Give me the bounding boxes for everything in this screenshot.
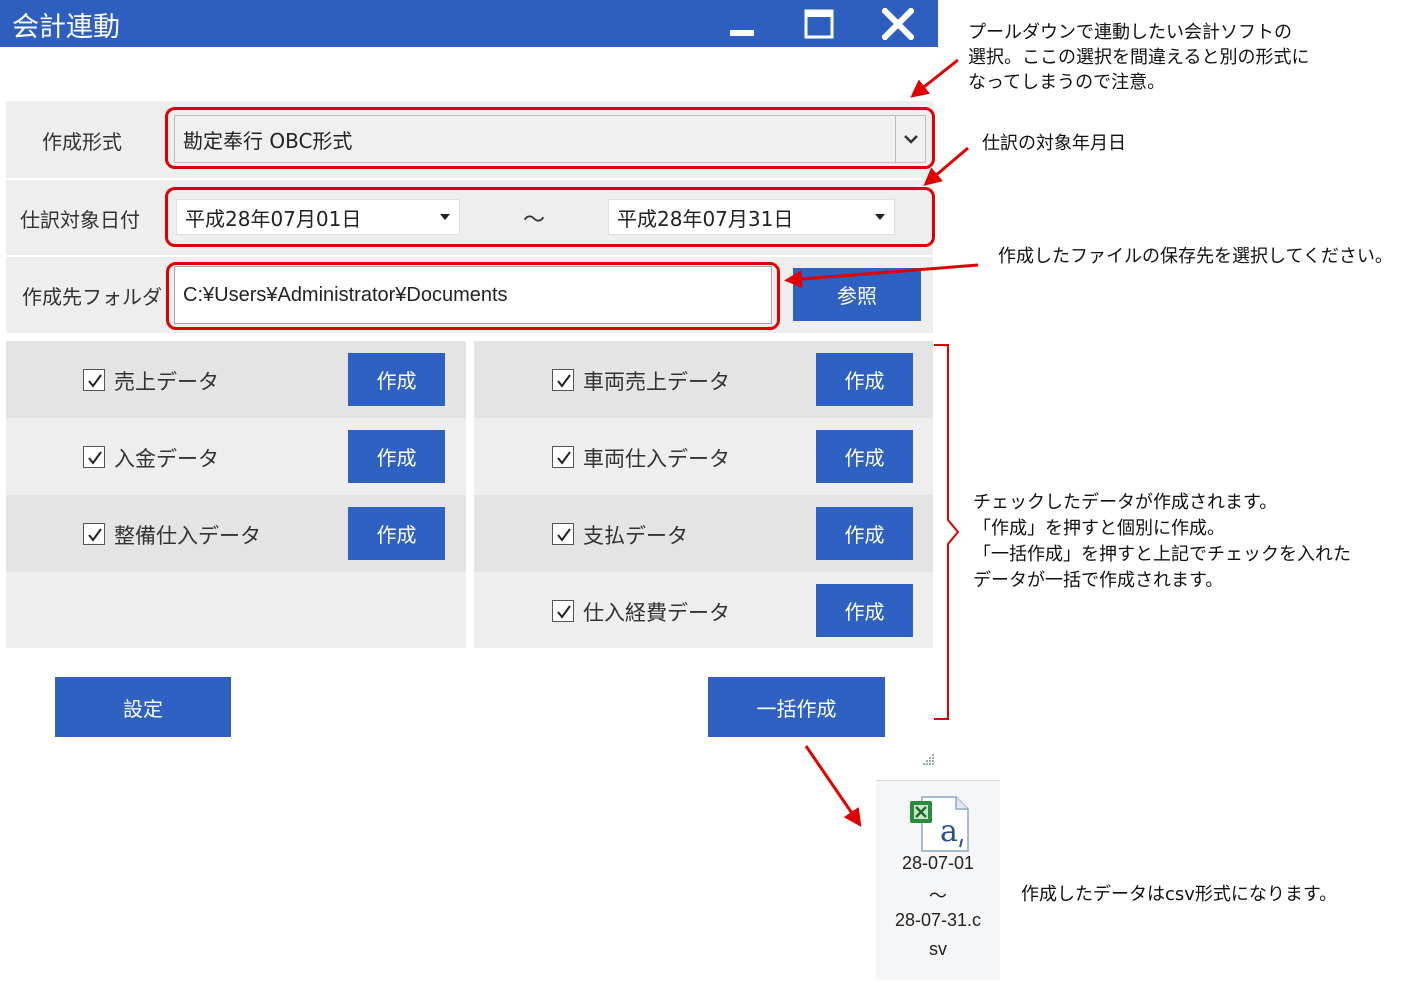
- browse-button[interactable]: 参照: [793, 268, 921, 321]
- file-name-line: 28-07-31.c: [894, 910, 982, 930]
- excel-csv-file-icon[interactable]: a: [908, 795, 972, 853]
- date-to-picker[interactable]: 平成28年07月31日: [608, 199, 895, 235]
- create-button[interactable]: 作成: [816, 353, 913, 406]
- right-data-panel: 車両売上データ 作成 車両仕入データ 作成 支払データ 作成 仕入経費データ 作…: [474, 341, 933, 648]
- checkbox-shiharai[interactable]: [552, 523, 574, 545]
- date-from-value: 平成28年07月01日: [185, 206, 362, 231]
- create-button[interactable]: 作成: [348, 353, 445, 406]
- create-button[interactable]: 作成: [816, 507, 913, 560]
- batch-create-button[interactable]: 一括作成: [708, 677, 885, 737]
- list-item: 支払データ 作成: [474, 495, 933, 572]
- item-label: 売上データ: [114, 370, 219, 394]
- folder-label: 作成先フォルダ: [22, 285, 162, 309]
- format-select-value: 勘定奉行 OBC形式: [183, 128, 353, 153]
- note-line: 選択。ここの選択を間違えると別の形式に: [968, 47, 1310, 68]
- item-label: 支払データ: [583, 524, 688, 548]
- note-line: 「一括作成」を押すと上記でチェックを入れた: [973, 544, 1351, 565]
- list-item: 売上データ 作成: [6, 341, 466, 418]
- window-title: 会計連動: [12, 12, 120, 43]
- list-item: 車両売上データ 作成: [474, 341, 933, 418]
- bracket-data-section: [934, 344, 960, 720]
- resize-grip-icon: [923, 754, 934, 765]
- close-icon[interactable]: [880, 6, 916, 42]
- list-item: 整備仕入データ 作成: [6, 495, 466, 572]
- arrow-to-dates: [923, 146, 969, 186]
- note-line: 「作成」を押すと個別に作成。: [973, 518, 1225, 539]
- checkbox-sharyo-shiire[interactable]: [552, 446, 574, 468]
- create-button[interactable]: 作成: [816, 430, 913, 483]
- item-label: 車両仕入データ: [583, 447, 730, 471]
- date-to-value: 平成28年07月31日: [617, 206, 794, 231]
- item-label: 整備仕入データ: [114, 524, 261, 548]
- note-date: 仕訳の対象年月日: [982, 133, 1126, 154]
- list-item: 入金データ 作成: [6, 418, 466, 495]
- note-line: データが一括で作成されます。: [973, 570, 1224, 591]
- item-label: 車両売上データ: [583, 370, 730, 394]
- note-csv: 作成したデータはcsv形式になります。: [1021, 884, 1338, 905]
- date-from-picker[interactable]: 平成28年07月01日: [176, 199, 460, 235]
- checkbox-uriage[interactable]: [83, 369, 105, 391]
- file-name-line: 28-07-01: [901, 853, 975, 873]
- create-button[interactable]: 作成: [816, 584, 913, 637]
- checkbox-nyukin[interactable]: [83, 446, 105, 468]
- chevron-down-icon[interactable]: [895, 116, 925, 162]
- minimize-icon[interactable]: [724, 6, 760, 42]
- format-select[interactable]: 勘定奉行 OBC形式: [174, 115, 926, 163]
- checkbox-sharyo-uriage[interactable]: [552, 369, 574, 391]
- arrow-to-file: [804, 745, 862, 827]
- folder-path-value: C:¥Users¥Administrator¥Documents: [183, 283, 508, 306]
- arrow-to-format: [910, 58, 959, 98]
- list-item: 仕入経費データ 作成: [474, 572, 933, 649]
- note-checked-data: チェックしたデータが作成されます。 「作成」を押すと個別に作成。 「一括作成」を…: [973, 490, 1351, 594]
- date-separator: ～: [523, 208, 546, 233]
- maximize-icon[interactable]: [801, 6, 837, 42]
- checkbox-seibi-shiire[interactable]: [83, 523, 105, 545]
- create-button[interactable]: 作成: [348, 430, 445, 483]
- item-label: 入金データ: [114, 447, 219, 471]
- note-format: プールダウンで連動したい会計ソフトの 選択。ここの選択を間違えると別の形式に な…: [968, 20, 1309, 95]
- note-folder: 作成したファイルの保存先を選択してください。: [998, 246, 1393, 267]
- note-line: プールダウンで連動したい会計ソフトの: [968, 22, 1292, 43]
- format-label: 作成形式: [42, 130, 122, 154]
- settings-button[interactable]: 設定: [55, 677, 231, 737]
- date-label: 仕訳対象日付: [20, 208, 140, 232]
- svg-text:a: a: [940, 814, 958, 849]
- note-line: なってしまうので注意。: [968, 72, 1166, 93]
- file-name-line: ～: [929, 886, 947, 906]
- list-item: 車両仕入データ 作成: [474, 418, 933, 495]
- item-label: 仕入経費データ: [583, 601, 730, 625]
- dropdown-arrow-icon: [875, 214, 885, 220]
- left-data-panel: 売上データ 作成 入金データ 作成 整備仕入データ 作成: [6, 341, 466, 648]
- create-button[interactable]: 作成: [348, 507, 445, 560]
- window-titlebar: 会計連動: [0, 0, 938, 47]
- dropdown-arrow-icon: [440, 214, 450, 220]
- checkbox-shiire-keihi[interactable]: [552, 600, 574, 622]
- file-name-line: sv: [929, 939, 947, 959]
- note-line: チェックしたデータが作成されます。: [973, 492, 1278, 513]
- folder-path-input[interactable]: C:¥Users¥Administrator¥Documents: [174, 266, 772, 324]
